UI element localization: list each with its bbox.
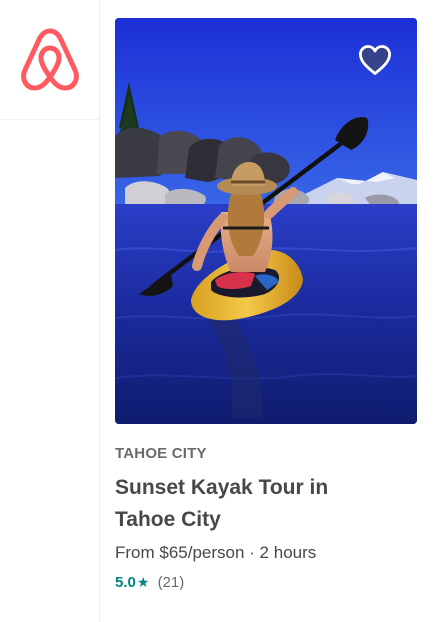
- airbnb-logo-icon[interactable]: [17, 25, 83, 95]
- star-icon: ★: [136, 574, 150, 590]
- listing-location: TAHOE CITY: [115, 445, 207, 462]
- rating-value: 5.0: [115, 574, 136, 591]
- review-count: (21): [157, 574, 185, 591]
- experience-card[interactable]: TAHOE CITY Sunset Kayak Tour in Tahoe Ci…: [115, 18, 417, 591]
- listing-price-duration: From $65/person · 2 hours: [115, 543, 317, 562]
- favorite-button[interactable]: [357, 42, 393, 78]
- listing-rating: 5.0★ (21): [115, 574, 184, 591]
- listing-photo[interactable]: [115, 18, 417, 424]
- kayak-photo: [115, 18, 417, 424]
- listing-title[interactable]: Sunset Kayak Tour in Tahoe City: [115, 472, 385, 536]
- app-root: TAHOE CITY Sunset Kayak Tour in Tahoe Ci…: [0, 0, 435, 622]
- sidebar-divider: [99, 0, 100, 622]
- heart-outline-icon[interactable]: [357, 42, 393, 78]
- logo-panel[interactable]: [0, 0, 99, 120]
